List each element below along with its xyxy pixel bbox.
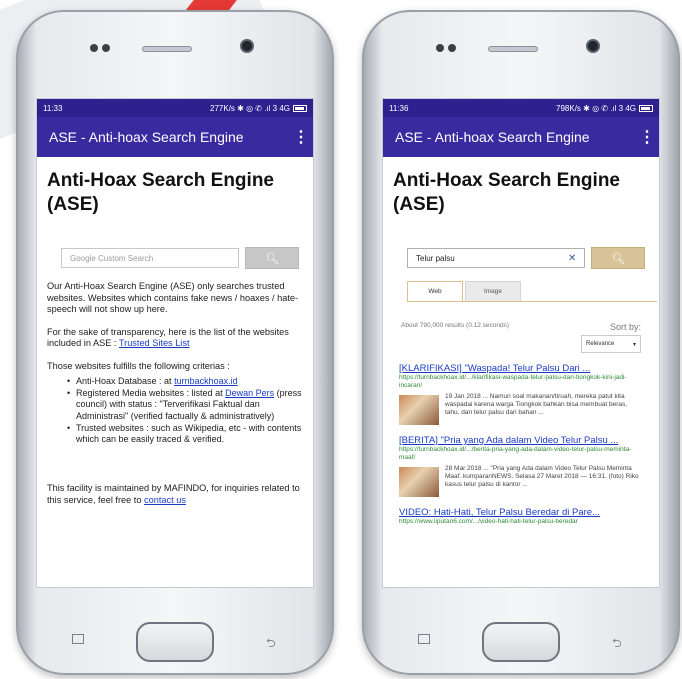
result-body: 28 Mar 2018 ... "Pria yang Ada dalam Vid… [399, 465, 643, 497]
tab-web[interactable]: Web [407, 281, 463, 301]
page-content: Anti-Hoax Search Engine (ASE) Telur pals… [383, 157, 659, 526]
status-time: 11:36 [389, 103, 409, 113]
result-body: 19 Jan 2018 ... Namun soal makanan/tirua… [399, 393, 643, 425]
overflow-menu-icon[interactable]: ⋮ [639, 127, 655, 147]
list-item: [KLARIFIKASI] "Waspada! Telur Palsu Dari… [399, 363, 643, 425]
result-title-link[interactable]: VIDEO: Hati-Hati, Telur Palsu Beredar di… [399, 507, 643, 518]
criteria-text: Anti-Hoax Database : at [76, 376, 175, 386]
home-button[interactable] [482, 622, 560, 662]
front-camera [240, 39, 254, 53]
sort-label: Sort by: [609, 322, 641, 332]
sort-select[interactable]: Relevance ▾ [581, 335, 641, 353]
search-icon: 🔍︎ [611, 252, 626, 265]
status-bar: 11:33 277K/s ✱ ◎ ✆ .ıl 3 4G [37, 99, 313, 117]
result-snippet: 19 Jan 2018 ... Namun soal makanan/tirua… [445, 393, 628, 416]
sort-block: Sort by: Relevance ▾ [581, 322, 641, 353]
dewan-pers-link[interactable]: Dewan Pers [225, 388, 274, 398]
search-row: Telur palsu ✕ 🔍︎ [407, 247, 645, 269]
page-title: Anti-Hoax Search Engine (ASE) [47, 170, 274, 215]
hardware-buttons: ⮌ [382, 592, 660, 662]
criteria-heading: Those websites fulfills the following cr… [47, 360, 230, 371]
battery-icon [639, 104, 653, 112]
phone-right: 11:36 798K/s ✱ ◎ ✆ .ıl 3 4G ASE - Anti-h… [362, 10, 680, 675]
back-icon[interactable]: ⮌ [612, 634, 622, 655]
results-meta: About 790,000 results (0.12 seconds) Sor… [401, 322, 641, 353]
app-bar: ASE - Anti-hoax Search Engine ⋮ [37, 117, 313, 157]
screen: 11:33 277K/s ✱ ◎ ✆ .ıl 3 4G ASE - Anti-h… [36, 98, 314, 588]
criteria-text: Trusted websites : such as Wikipedia, et… [76, 422, 302, 445]
app-bar: ASE - Anti-hoax Search Engine ⋮ [383, 117, 659, 157]
turnbackhoax-link[interactable]: turnbackhoax.id [174, 376, 238, 386]
result-thumbnail[interactable] [399, 395, 439, 425]
speaker-grill [142, 46, 192, 52]
result-tabs: Web Image [407, 281, 657, 302]
footer-text: This facility is maintained by MAFINDO, … [47, 483, 303, 506]
chevron-down-icon: ▾ [632, 341, 636, 348]
back-icon[interactable]: ⮌ [266, 634, 276, 655]
search-input[interactable]: Google Custom Search [61, 248, 240, 268]
list-item: Registered Media websites : listed at De… [67, 388, 303, 422]
result-url: https://turnbackhoax.id/.../berita-pria-… [399, 446, 632, 461]
result-snippet: 28 Mar 2018 ... "Pria yang Ada dalam Vid… [445, 465, 639, 488]
list-item: VIDEO: Hati-Hati, Telur Palsu Beredar di… [399, 507, 643, 526]
search-placeholder: Google Custom Search [70, 253, 154, 263]
clear-icon[interactable]: ✕ [568, 253, 576, 264]
status-time: 11:33 [43, 103, 63, 113]
search-button[interactable]: 🔍︎ [245, 247, 299, 269]
tab-image[interactable]: Image [465, 281, 521, 301]
result-title-link[interactable]: [KLARIFIKASI] "Waspada! Telur Palsu Dari… [399, 363, 643, 374]
criteria-list: Anti-Hoax Database : at turnbackhoax.id … [67, 376, 303, 445]
search-icon: 🔍︎ [265, 252, 280, 265]
overflow-menu-icon[interactable]: ⋮ [293, 127, 309, 147]
hardware-buttons: ⮌ [36, 592, 314, 662]
speaker-grill [488, 46, 538, 52]
contact-us-link[interactable]: contact us [144, 495, 186, 505]
result-count: About 790,000 results (0.12 seconds) [401, 322, 510, 329]
page-title: Anti-Hoax Search Engine (ASE) [393, 170, 620, 215]
status-indicators: 277K/s ✱ ◎ ✆ .ıl 3 4G [210, 103, 290, 113]
search-button[interactable]: 🔍︎ [591, 247, 645, 269]
recent-apps-icon[interactable] [72, 634, 84, 644]
list-item: Trusted websites : such as Wikipedia, et… [67, 423, 303, 445]
app-title: ASE - Anti-hoax Search Engine [395, 129, 590, 145]
phone-left: 11:33 277K/s ✱ ◎ ✆ .ıl 3 4G ASE - Anti-h… [16, 10, 334, 675]
sort-value: Relevance [586, 341, 615, 347]
page-content: Anti-Hoax Search Engine (ASE) Google Cus… [37, 157, 313, 506]
list-item: Anti-Hoax Database : at turnbackhoax.id [67, 376, 303, 387]
app-title: ASE - Anti-hoax Search Engine [49, 129, 244, 145]
intro-text: Our Anti-Hoax Search Engine (ASE) only s… [47, 281, 299, 314]
status-indicators: 798K/s ✱ ◎ ✆ .ıl 3 4G [556, 103, 636, 113]
result-title-link[interactable]: [BERITA] "Pria yang Ada dalam Video Telu… [399, 435, 643, 446]
transparency-text: For the sake of transparency, here is th… [47, 327, 303, 350]
trusted-sites-link[interactable]: Trusted Sites List [119, 338, 190, 348]
result-url: https://www.liputan6.com/.../video-hati-… [399, 518, 578, 525]
home-button[interactable] [136, 622, 214, 662]
screen: 11:36 798K/s ✱ ◎ ✆ .ıl 3 4G ASE - Anti-h… [382, 98, 660, 588]
result-url: https://turnbackhoax.id/.../klarifikasi-… [399, 374, 627, 389]
search-row: Google Custom Search 🔍︎ [61, 247, 299, 269]
search-query: Telur palsu [416, 253, 455, 263]
list-item: [BERITA] "Pria yang Ada dalam Video Telu… [399, 435, 643, 497]
status-bar: 11:36 798K/s ✱ ◎ ✆ .ıl 3 4G [383, 99, 659, 117]
battery-icon [293, 104, 307, 112]
recent-apps-icon[interactable] [418, 634, 430, 644]
search-input[interactable]: Telur palsu ✕ [407, 248, 586, 268]
front-camera [586, 39, 600, 53]
result-thumbnail[interactable] [399, 467, 439, 497]
criteria-text: Registered Media websites : listed at [76, 388, 226, 399]
